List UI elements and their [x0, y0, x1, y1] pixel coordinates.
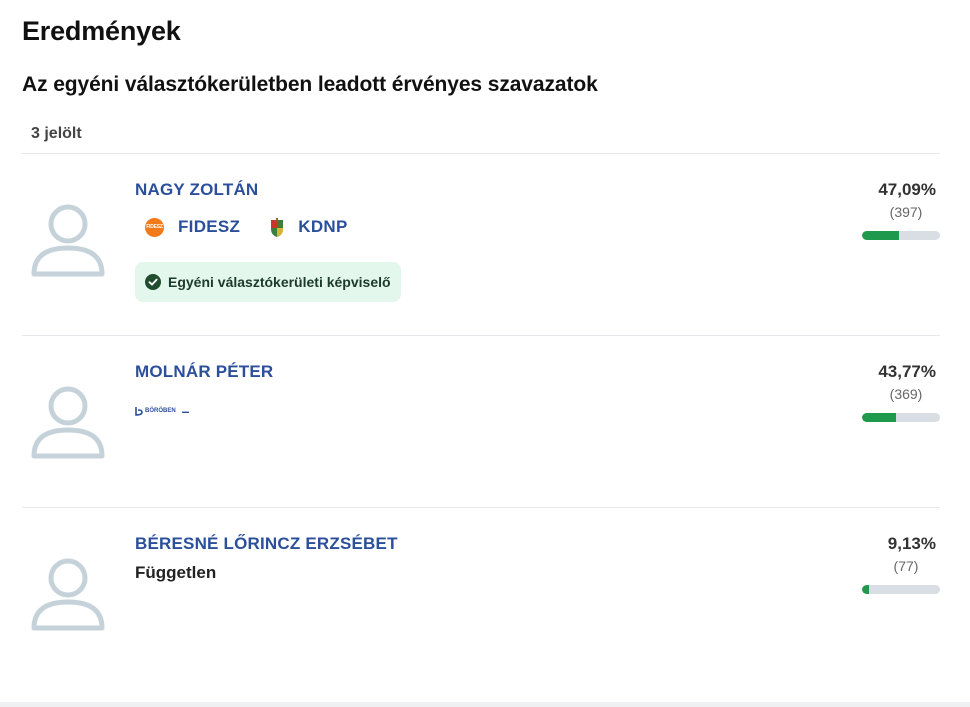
candidate-row-1: NAGY ZOLTÁN FIDESZ FIDESZ KDNP Egyéni vá… — [22, 154, 940, 334]
avatar-icon — [31, 558, 105, 631]
party-fidesz[interactable]: FIDESZ FIDESZ — [145, 217, 240, 237]
result-block: 47,09% (397) — [850, 180, 940, 220]
affiliation-label: Független — [135, 563, 217, 582]
party-label: – — [181, 403, 190, 419]
vote-share-bar-fill — [862, 585, 870, 594]
party-logo-text: BÖRÖBEN — [145, 408, 176, 414]
vote-percentage: 43,77% — [878, 362, 936, 381]
party-logo-icon — [135, 407, 143, 416]
kdnp-logo-icon — [271, 217, 284, 237]
avatar-icon — [31, 204, 105, 277]
party-kdnp[interactable]: KDNP — [270, 217, 347, 237]
avatar-icon — [31, 386, 105, 459]
section-subtitle: Az egyéni választókerületben leadott érv… — [22, 73, 598, 96]
vote-percentage: 47,09% — [878, 180, 936, 199]
page-title: Eredmények — [22, 16, 181, 46]
elected-badge-label: Egyéni választókerületi képviselő — [168, 274, 391, 290]
candidate-name-link[interactable]: MOLNÁR PÉTER — [135, 362, 273, 382]
vote-count: (77) — [893, 558, 919, 574]
party-list: FIDESZ FIDESZ KDNP — [145, 217, 378, 237]
vote-share-bar — [862, 231, 940, 240]
elected-badge: Egyéni választókerületi képviselő — [135, 262, 401, 302]
vote-count: (369) — [889, 386, 923, 402]
candidate-name-link[interactable]: NAGY ZOLTÁN — [135, 180, 258, 200]
vote-share-bar-fill — [862, 231, 899, 240]
results-page: Eredmények Az egyéni választókerületben … — [0, 0, 970, 707]
vote-share-bar-fill — [862, 413, 897, 422]
candidate-row-2: MOLNÁR PÉTER BÖRÖBEN – 43,77% (369) — [22, 336, 940, 506]
vote-percentage: 9,13% — [887, 534, 936, 553]
party-label: KDNP — [298, 217, 348, 236]
candidate-name-link[interactable]: BÉRESNÉ LŐRINCZ ERZSÉBET — [135, 534, 398, 554]
vote-share-bar — [862, 413, 940, 422]
result-block: 9,13% (77) — [850, 534, 940, 574]
check-circle-icon — [145, 274, 161, 290]
vote-share-bar — [862, 585, 940, 594]
vote-count: (397) — [889, 204, 923, 220]
party-logo[interactable]: BÖRÖBEN – — [135, 403, 189, 419]
result-block: 43,77% (369) — [850, 362, 940, 402]
candidate-row-3: BÉRESNÉ LŐRINCZ ERZSÉBET Független 9,13%… — [22, 508, 940, 658]
fidesz-logo-icon: FIDESZ — [145, 217, 164, 237]
party-label: FIDESZ — [178, 217, 241, 236]
candidate-count: 3 jelölt — [31, 125, 82, 142]
